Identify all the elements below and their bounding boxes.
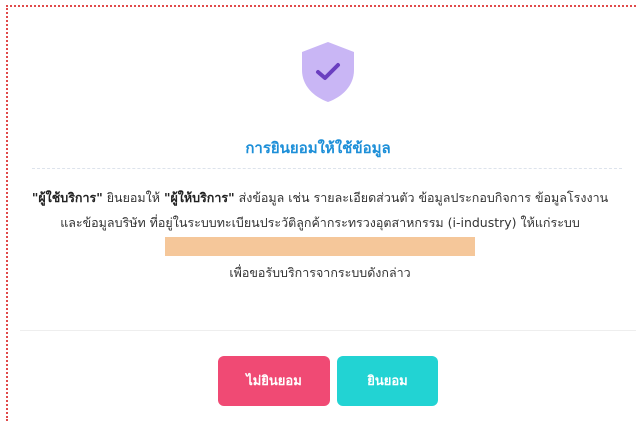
consent-text-part-1: ยินยอมให้	[102, 190, 164, 205]
decline-button[interactable]: ไม่ยินยอม	[218, 356, 330, 406]
title-divider	[32, 168, 622, 169]
footer-divider	[20, 330, 636, 331]
dotted-border-left	[6, 5, 8, 421]
consent-dialog: การยินยอมให้ใช้ข้อมูล "ผู้ใช้บริการ" ยิน…	[0, 0, 636, 421]
provider-term: "ผู้ให้บริการ"	[163, 190, 235, 205]
dotted-border-top	[6, 5, 636, 7]
consent-text: "ผู้ใช้บริการ" ยินยอมให้ "ผู้ให้บริการ" …	[20, 185, 620, 285]
consent-text-part-3: เพื่อขอรับบริการจากระบบดังกล่าว	[229, 265, 411, 280]
shield-check-icon	[298, 40, 358, 104]
dialog-title: การยินยอมให้ใช้ข้อมูล	[245, 139, 391, 157]
user-term: "ผู้ใช้บริการ"	[31, 190, 103, 205]
accept-button[interactable]: ยินยอม	[337, 356, 438, 406]
redacted-system-name	[165, 237, 475, 256]
